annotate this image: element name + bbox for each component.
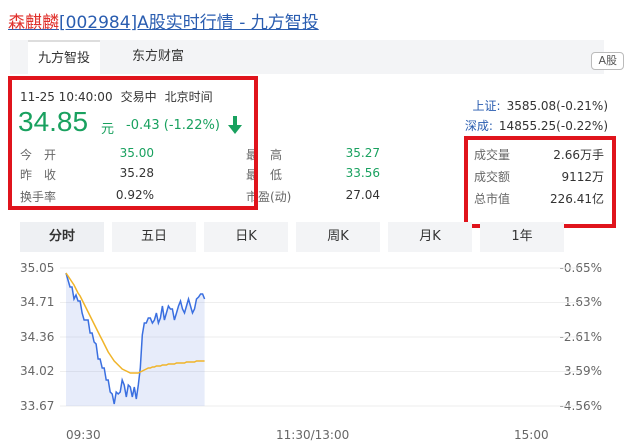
- index-sh-value: 3585.08(-0.21%): [506, 99, 608, 113]
- tab-eastmoney[interactable]: 东方财富: [122, 40, 194, 74]
- high-value: 35.27: [345, 146, 380, 160]
- title-rest[interactable]: [002984]A股实时行情 - 九方智投: [59, 13, 319, 33]
- index-sz-value: 14855.25(-0.22%): [498, 119, 608, 133]
- tab-five-day[interactable]: 五日: [112, 222, 196, 252]
- tab-intraday[interactable]: 分时: [20, 222, 104, 252]
- source-tabs: 九方智投 东方财富: [10, 40, 604, 74]
- price-area: [66, 273, 205, 406]
- index-sh[interactable]: 上证: 3585.08(-0.21%): [465, 96, 608, 116]
- tab-daily-k[interactable]: 日K: [204, 222, 288, 252]
- index-summary: 上证: 3585.08(-0.21%) 深成: 14855.25(-0.22%): [465, 96, 608, 136]
- low-value: 33.56: [345, 166, 380, 180]
- highlight-box-volume: [464, 136, 616, 228]
- index-sz[interactable]: 深成: 14855.25(-0.22%): [465, 116, 608, 136]
- stock-name[interactable]: 森麒麟: [8, 13, 59, 33]
- pe-value: 27.04: [345, 188, 380, 202]
- page-title[interactable]: 森麒麟[002984]A股实时行情 - 九方智投: [8, 8, 319, 33]
- tab-monthly-k[interactable]: 月K: [388, 222, 472, 252]
- index-sz-label[interactable]: 深成:: [465, 119, 493, 133]
- chart-plot: [60, 267, 580, 407]
- intraday-chart: 35.05 34.71 34.36 34.02 33.67 -0.65% -1.…: [0, 254, 640, 448]
- tab-weekly-k[interactable]: 周K: [296, 222, 380, 252]
- index-sh-label[interactable]: 上证:: [473, 99, 501, 113]
- tab-one-year[interactable]: 1年: [480, 222, 564, 252]
- tab-jiufang[interactable]: 九方智投: [28, 40, 101, 74]
- period-tabs: 分时 五日 日K 周K 月K 1年: [20, 222, 604, 252]
- market-badge: A股: [591, 52, 624, 70]
- highlight-box-quote: [8, 76, 258, 210]
